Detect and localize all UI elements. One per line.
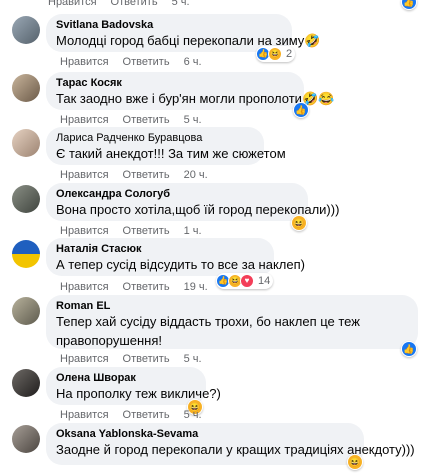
- like-icon: 👍: [402, 342, 416, 356]
- timestamp[interactable]: 5 ч.: [184, 409, 202, 421]
- comment-author[interactable]: Наталія Стасюк: [56, 243, 142, 255]
- timestamp[interactable]: 5 ч.: [184, 353, 202, 365]
- timestamp[interactable]: 5 ч.: [184, 114, 202, 126]
- reaction-summary[interactable]: 😆: [347, 454, 363, 470]
- timestamp[interactable]: 20 ч.: [184, 169, 208, 181]
- comment-actions: Нравится Ответить 5 ч.: [60, 353, 216, 365]
- comment-actions: Нравится Ответить 5 ч.: [60, 409, 216, 421]
- reply-link[interactable]: Ответить: [123, 225, 170, 237]
- reaction-count: 14: [258, 275, 271, 287]
- reply-link[interactable]: Ответить: [123, 409, 170, 421]
- comment-actions: Нравится Ответить 6 ч.: [60, 56, 216, 68]
- timestamp[interactable]: 1 ч.: [184, 225, 202, 237]
- comment-author[interactable]: Лариса Радченко Буравцова: [56, 132, 202, 144]
- like-icon: 👍: [294, 103, 308, 117]
- comment-actions: Нравится Ответить 19 ч.: [60, 281, 222, 293]
- like-link[interactable]: Нравится: [60, 114, 109, 126]
- reaction-summary[interactable]: 👍: [401, 341, 417, 357]
- reply-link[interactable]: Ответить: [123, 169, 170, 181]
- reaction-summary[interactable]: 👍 😆 2: [256, 46, 296, 62]
- reply-link[interactable]: Ответить: [123, 114, 170, 126]
- comment-author[interactable]: Тарас Косяк: [56, 77, 122, 89]
- like-link[interactable]: Нравится: [60, 281, 109, 293]
- avatar[interactable]: [12, 74, 40, 102]
- top-actions: Нравится Ответить 5 ч.: [48, 0, 204, 8]
- avatar[interactable]: [12, 16, 40, 44]
- like-link[interactable]: Нравится: [60, 225, 109, 237]
- avatar[interactable]: [12, 129, 40, 157]
- comment-author[interactable]: Oksana Yablonska-Sevama: [56, 428, 198, 440]
- comment-text: правопорушення!: [56, 333, 163, 348]
- timestamp[interactable]: 6 ч.: [184, 56, 202, 68]
- comment-actions: Нравится Ответить 5 ч.: [60, 114, 216, 126]
- haha-icon: 😆: [268, 47, 282, 61]
- avatar[interactable]: [12, 185, 40, 213]
- haha-icon: 😆: [292, 216, 306, 230]
- like-link[interactable]: Нравится: [60, 56, 109, 68]
- reaction-summary[interactable]: 👍 😆 ♥ 14: [216, 273, 274, 289]
- timestamp[interactable]: 5 ч.: [172, 0, 190, 8]
- avatar[interactable]: [12, 369, 40, 397]
- like-link[interactable]: Нравится: [48, 0, 97, 8]
- reaction-summary[interactable]: 😆: [291, 215, 307, 231]
- reply-link[interactable]: Ответить: [123, 56, 170, 68]
- like-link[interactable]: Нравится: [60, 409, 109, 421]
- comment-actions: Нравится Ответить 1 ч.: [60, 225, 216, 237]
- avatar[interactable]: [12, 240, 40, 268]
- reply-link[interactable]: Ответить: [111, 0, 158, 8]
- reply-link[interactable]: Ответить: [123, 353, 170, 365]
- like-link[interactable]: Нравится: [60, 169, 109, 181]
- reply-link[interactable]: Ответить: [123, 281, 170, 293]
- reaction-count: 2: [286, 48, 293, 60]
- avatar[interactable]: [12, 425, 40, 453]
- haha-icon: 😆: [348, 455, 362, 469]
- comment-text: Є такий анекдот!!! За тим же сюжетом: [56, 146, 286, 161]
- reaction-summary[interactable]: 👍: [293, 102, 309, 118]
- comment-text: А тепер сусід відсудить то все за наклеп…: [56, 257, 305, 272]
- reaction-summary[interactable]: 👍: [401, 0, 417, 10]
- like-icon: 👍: [402, 0, 416, 9]
- avatar[interactable]: [12, 297, 40, 325]
- comment-text: Так заодно вже і бур'ян могли прополоти🤣…: [56, 91, 335, 106]
- comment-author[interactable]: Олександра Сологуб: [56, 188, 170, 200]
- heart-icon: ♥: [240, 274, 254, 288]
- comment-actions: Нравится Ответить 20 ч.: [60, 169, 222, 181]
- comment-author[interactable]: Svitlana Badovska: [56, 19, 153, 31]
- comment-author[interactable]: Олена Шворак: [56, 372, 136, 384]
- like-link[interactable]: Нравится: [60, 353, 109, 365]
- comment-text: Тепер хай сусіду віддасть трохи, бо накл…: [56, 314, 360, 329]
- timestamp[interactable]: 19 ч.: [184, 281, 208, 293]
- comment-author[interactable]: Roman EL: [56, 300, 110, 312]
